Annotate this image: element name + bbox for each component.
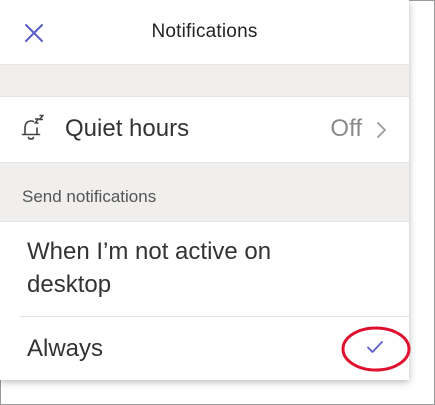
option-label: Always [27, 335, 104, 362]
notifications-panel: Notifications Quiet hours Off Send notif… [0, 0, 409, 380]
send-notifications-section-header: Send notifications [0, 162, 409, 222]
option-label: When I’m not active on desktop [27, 238, 272, 298]
highlight-circle [341, 326, 411, 372]
section-label: Send notifications [22, 187, 157, 206]
panel-header: Notifications [0, 0, 409, 65]
quiet-hours-label: Quiet hours [65, 115, 190, 142]
bell-zz-icon [21, 114, 44, 140]
header-spacer-band [0, 65, 409, 97]
quiet-hours-status: Off [330, 115, 362, 142]
option-not-active-on-desktop[interactable]: When I’m not active on desktop [0, 222, 409, 317]
quiet-hours-row[interactable]: Quiet hours Off [0, 97, 409, 162]
page-title: Notifications [151, 21, 258, 42]
chevron-right-icon [377, 122, 386, 138]
